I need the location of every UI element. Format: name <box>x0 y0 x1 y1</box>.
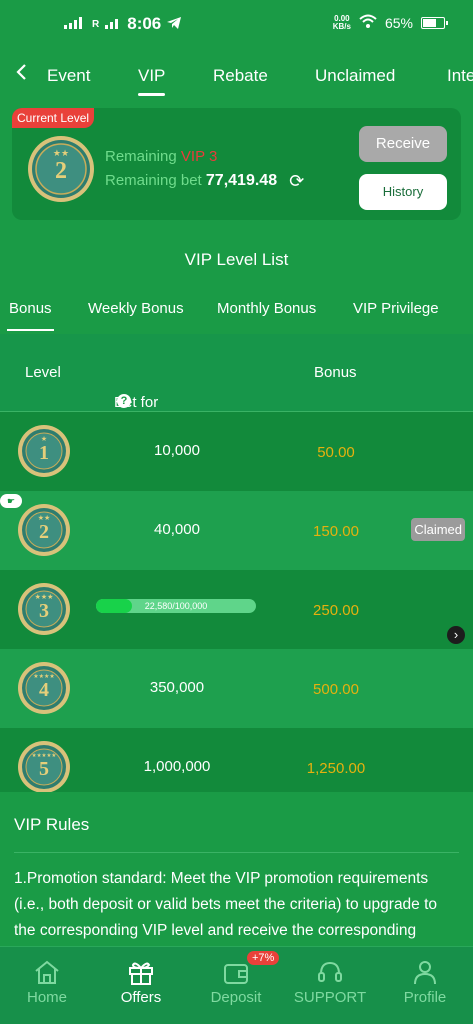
bonus-amount: 250.00 <box>313 602 359 619</box>
subtab-bonus[interactable]: Bonus <box>7 300 54 331</box>
bet-requirement: 1,000,000 <box>143 758 211 775</box>
bonus-amount: 50.00 <box>317 444 355 461</box>
svg-text:1: 1 <box>39 442 49 464</box>
bet-requirement: 350,000 <box>149 679 205 696</box>
bet-requirement: 10,000 <box>154 442 200 459</box>
current-level-badge: Current Level <box>12 108 95 128</box>
signal-icon <box>64 16 86 32</box>
refresh-icon[interactable]: ⟳ <box>289 171 304 192</box>
nav-offers[interactable]: Offers <box>94 959 188 1006</box>
tab-interest[interactable]: Inte <box>447 66 473 86</box>
remaining-bet: Remaining bet 77,419.48 ⟳ <box>105 171 305 192</box>
nav-profile[interactable]: Profile <box>378 959 472 1006</box>
bonus-amount: 1,250.00 <box>306 760 366 777</box>
vip-rules-section: VIP Rules 1.Promotion standard: Meet the… <box>0 792 473 946</box>
status-right: 0.00 KB/s 65% <box>332 13 448 31</box>
subtab-weekly-bonus[interactable]: Weekly Bonus <box>88 300 184 317</box>
network-type: R <box>92 18 100 30</box>
deposit-badge: +7% <box>247 951 280 965</box>
receive-button[interactable]: Receive <box>359 126 447 162</box>
table-row: ★★★★ 4 350,000 500.00 <box>0 649 473 728</box>
bet-requirement: 40,000 <box>154 521 200 538</box>
level-medal-icon: ★★★★ 4 <box>17 661 71 720</box>
bonus-amount: 500.00 <box>313 681 359 698</box>
nav-support[interactable]: SUPPORT <box>283 959 377 1006</box>
nav-home[interactable]: Home <box>0 959 94 1006</box>
home-icon <box>35 960 59 984</box>
subtab-monthly-bonus[interactable]: Monthly Bonus <box>217 300 316 317</box>
clock: 8:06 <box>127 14 162 33</box>
vip-level-table: Level Bet for promotion? Bonus ★1 10,000… <box>0 334 473 807</box>
table-header: Level Bet for promotion? Bonus <box>0 334 473 428</box>
level-medal-icon: ★★★★★ 5 <box>17 740 71 799</box>
help-icon[interactable]: ? <box>117 394 131 408</box>
tab-rebate[interactable]: Rebate <box>213 66 268 86</box>
svg-text:3: 3 <box>39 600 49 622</box>
signal2-icon <box>105 16 121 32</box>
svg-text:2: 2 <box>39 521 49 543</box>
bonus-subtabs: Bonus Weekly Bonus Monthly Bonus VIP Pri… <box>0 296 473 336</box>
top-tabs: Event VIP Rebate Unclaimed Inte <box>0 52 473 98</box>
svg-text:★★: ★★ <box>53 148 69 158</box>
level-medal-icon: ★★ 2 <box>17 503 71 562</box>
header-level: Level <box>25 364 61 381</box>
gift-icon <box>129 962 153 985</box>
svg-text:5: 5 <box>39 758 49 780</box>
remaining-vip: Remaining VIP 3 <box>105 148 218 165</box>
tab-unclaimed[interactable]: Unclaimed <box>315 66 395 86</box>
level-medal-icon: ★ 1 <box>17 424 71 483</box>
tab-event[interactable]: Event <box>47 66 90 86</box>
table-row: ★★★ 3 22,580/100,000 250.00 › <box>0 570 473 649</box>
svg-text:4: 4 <box>39 679 49 701</box>
svg-text:2: 2 <box>55 158 67 184</box>
table-row: ☛ ★★ 2 40,000 150.00 Claimed <box>0 491 473 570</box>
status-bar: R 8:06 0.00 KB/s 65% <box>0 0 473 52</box>
vip-rules-title: VIP Rules <box>14 815 90 834</box>
current-vip-card: Current Level 2 ★★ Remaining VIP 3 Remai… <box>12 108 461 220</box>
bonus-amount: 150.00 <box>313 523 359 540</box>
status-left: R 8:06 <box>64 14 182 34</box>
battery-percent: 65% <box>384 14 413 31</box>
telegram-icon <box>167 16 182 32</box>
chevron-right-icon[interactable]: › <box>447 626 465 644</box>
headset-icon <box>318 961 342 982</box>
vip-rules-text: 1.Promotion standard: Meet the VIP promo… <box>14 870 438 939</box>
progress-text: 22,580/100,000 <box>144 601 208 611</box>
divider <box>14 852 459 853</box>
vip-level-list-title: VIP Level List <box>184 250 289 269</box>
level-medal-icon: ★★★ 3 <box>17 582 71 641</box>
claimed-badge: Claimed <box>411 518 465 541</box>
profile-icon <box>414 961 436 985</box>
vip-medal-icon: 2 ★★ <box>26 134 96 209</box>
bottom-nav: Home Offers +7% Deposit SUPPORT Profile <box>0 946 473 1024</box>
tab-vip[interactable]: VIP <box>138 66 166 96</box>
battery-icon <box>421 16 448 29</box>
subtab-vip-privilege[interactable]: VIP Privilege <box>353 300 439 317</box>
wallet-icon <box>224 964 248 984</box>
promotion-progress-bar: 22,580/100,000 <box>96 599 256 613</box>
net-speed: 0.00 KB/s <box>332 13 351 31</box>
table-row: ★ 1 10,000 50.00 <box>0 412 473 491</box>
history-button[interactable]: History <box>359 174 447 210</box>
wifi-icon <box>359 14 377 31</box>
header-bonus: Bonus <box>314 364 357 381</box>
back-icon[interactable] <box>14 62 28 88</box>
nav-deposit[interactable]: +7% Deposit <box>189 951 283 1006</box>
